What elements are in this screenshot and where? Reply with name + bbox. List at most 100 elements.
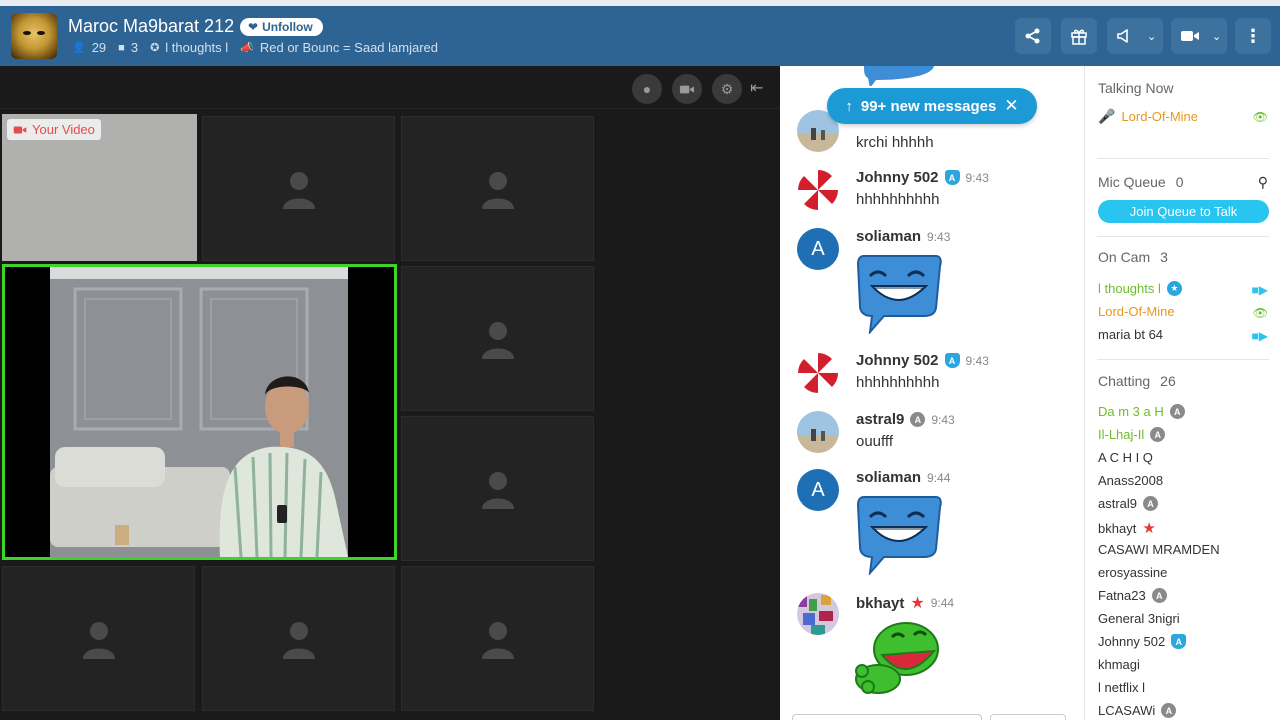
user-avatar-letter[interactable]: A [797, 469, 839, 511]
chatting-user[interactable]: LCASAWi A [1098, 703, 1177, 718]
on-cam-user[interactable]: l thoughts l ★ [1098, 281, 1182, 296]
star-badge-icon: ★ [910, 595, 925, 612]
layout-button[interactable]: ● [632, 74, 662, 104]
message-author[interactable]: astral9 A 9:43 [856, 411, 955, 428]
toolbar-divider [0, 108, 780, 109]
chatting-user[interactable]: erosyassine [1098, 565, 1167, 580]
user-avatar[interactable] [797, 169, 839, 211]
more-vertical-icon: ⋮ [1244, 25, 1262, 46]
user-avatar-letter[interactable]: A [797, 228, 839, 270]
talking-now-header: Talking Now [1098, 80, 1173, 96]
message-author[interactable]: Johnny 502 A 9:43 [856, 169, 989, 186]
user-placeholder-icon [481, 471, 514, 509]
message-author[interactable]: bkhayt ★ 9:44 [856, 593, 954, 613]
a-badge-icon: A [1150, 427, 1166, 442]
collapse-panel-button[interactable]: ⇤ [750, 78, 763, 98]
video-grid-area: ● ⚙ ⇤ Your Video [0, 66, 780, 720]
chatting-user[interactable]: astral9 A [1098, 496, 1159, 511]
a-badge-icon: A [1143, 496, 1159, 511]
on-cam-user[interactable]: maria bt 64 [1098, 327, 1163, 342]
gift-button[interactable] [1061, 18, 1097, 54]
shield-badge-icon: A [944, 353, 960, 368]
user-avatar[interactable] [797, 352, 839, 394]
chat-message: A soliaman 9:44 [797, 469, 1077, 579]
a-badge-icon: A [1161, 703, 1177, 718]
mic-queue-header: Mic Queue 0 [1098, 174, 1184, 190]
message-author[interactable]: soliaman 9:44 [856, 469, 950, 486]
chatting-user[interactable]: CASAWI MRAMDEN [1098, 542, 1220, 557]
message-time: 9:44 [930, 596, 955, 610]
chatting-user[interactable]: A C H I Q [1098, 450, 1153, 465]
chatting-user[interactable]: Da m 3 a H A [1098, 404, 1185, 419]
empty-video-tile [202, 116, 395, 261]
microphone-icon: 🎤 [1098, 108, 1116, 124]
message-author[interactable]: Johnny 502 A 9:43 [856, 352, 989, 369]
chevron-down-icon: ⌄ [1212, 30, 1222, 43]
empty-video-tile [202, 566, 395, 711]
talking-user[interactable]: 🎤 Lord-Of-Mine [1098, 108, 1198, 125]
video-camera-icon [679, 85, 695, 93]
gift-icon [1071, 29, 1087, 45]
user-placeholder-icon [481, 171, 514, 209]
on-cam-user[interactable]: Lord-Of-Mine [1098, 304, 1175, 319]
user-name: A C H I Q [1098, 450, 1153, 465]
author-name: bkhayt [856, 594, 905, 612]
message-time: 9:43 [927, 229, 951, 244]
empty-video-tile [401, 266, 594, 411]
cam-toggle-button[interactable] [672, 74, 702, 104]
arrow-up-icon: ↑ [845, 97, 853, 115]
close-icon[interactable]: ✕ [1004, 96, 1018, 116]
chatting-user[interactable]: Anass2008 [1098, 473, 1163, 488]
shield-badge-icon: A [944, 170, 960, 185]
speaker-icon [1117, 29, 1128, 43]
chatting-user[interactable]: bkhayt ★ [1098, 519, 1156, 537]
divider [1097, 158, 1269, 159]
join-queue-button[interactable]: Join Queue to Talk [1098, 200, 1269, 223]
star-badge-icon: ★ [1142, 520, 1156, 537]
chatting-user[interactable]: General 3nigri [1098, 611, 1180, 626]
active-speaker-video[interactable] [2, 264, 397, 560]
more-menu-button[interactable]: ⋮ [1235, 18, 1271, 54]
chatting-user[interactable]: khmagi [1098, 657, 1140, 672]
room-announcement: Red or Bounc = Saad lamjared [259, 40, 438, 55]
chatting-user[interactable]: l netflix l [1098, 680, 1145, 695]
new-messages-pill[interactable]: ↑ 99+ new messages ✕ [827, 88, 1037, 124]
message-text: krchi hhhhh [856, 134, 934, 151]
chat-message: astral9 A 9:43 ouufff [797, 411, 1077, 455]
user-avatar[interactable] [797, 411, 839, 453]
user-name: Fatna23 [1098, 588, 1146, 603]
share-button[interactable] [1015, 18, 1051, 54]
video-camera-icon: ■▶ [1251, 283, 1268, 297]
chatting-user[interactable]: Johnny 502 A [1098, 634, 1187, 649]
unfollow-button[interactable]: ❤ Unfollow [240, 18, 323, 36]
search-icon[interactable]: ⚲ [1258, 174, 1268, 191]
user-name: Johnny 502 [1098, 634, 1166, 649]
shield-badge-icon: A [1171, 634, 1187, 649]
unfollow-label: Unfollow [262, 20, 313, 34]
chat-input[interactable] [792, 714, 982, 720]
video-camera-icon: ■▶ [1251, 329, 1268, 343]
chatting-user[interactable]: Il-Lhaj-Il A [1098, 427, 1166, 442]
chatting-user[interactable]: Fatna23 A [1098, 588, 1167, 603]
message-author[interactable]: soliaman 9:43 [856, 228, 950, 245]
video-settings-button[interactable]: ⚙ [712, 74, 742, 104]
user-icon: 👤 [72, 42, 86, 54]
user-name: l thoughts l [1098, 281, 1161, 296]
chat-message: A soliaman 9:43 [797, 228, 1077, 338]
user-avatar[interactable] [797, 593, 839, 635]
chatting-count: 26 [1160, 373, 1176, 389]
on-cam-count: 3 [1160, 249, 1168, 265]
users-grid-icon: ● [642, 81, 652, 97]
laughing-frog-sticker [854, 621, 942, 702]
room-avatar[interactable] [11, 13, 57, 59]
speaker-button[interactable]: ⌄ [1107, 18, 1163, 54]
share-icon [1025, 28, 1040, 44]
megaphone-icon: 📣 [240, 42, 254, 54]
chat-send-area[interactable] [990, 714, 1066, 720]
your-video-tile[interactable]: Your Video [2, 114, 197, 261]
chatting-header: Chatting 26 [1098, 373, 1176, 389]
camera-button[interactable]: ⌄ [1171, 18, 1227, 54]
user-placeholder-icon [481, 621, 514, 659]
room-meta: 👤 29 ■ 3 ✪ l thoughts l 📣 Red or Bounc =… [72, 40, 438, 55]
user-name: Lord-Of-Mine [1098, 304, 1175, 319]
